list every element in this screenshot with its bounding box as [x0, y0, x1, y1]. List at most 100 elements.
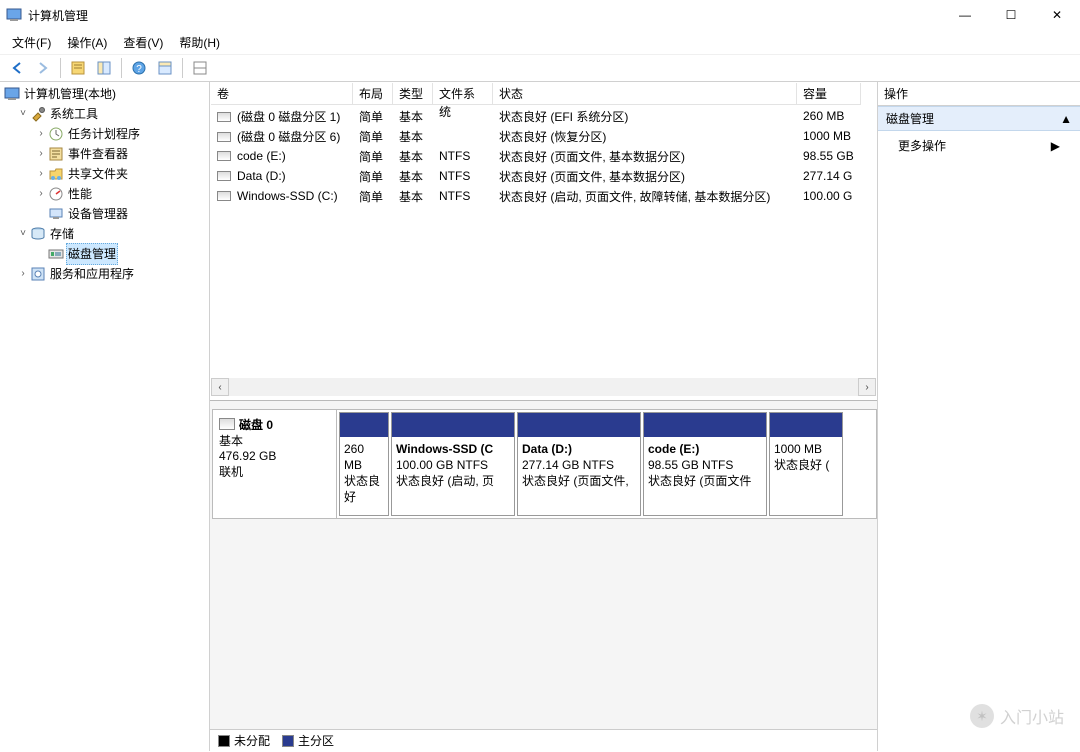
forward-button[interactable] — [32, 57, 54, 79]
expand-icon[interactable]: › — [34, 184, 48, 204]
split-view-button[interactable] — [189, 57, 211, 79]
legend-label: 未分配 — [234, 732, 270, 749]
partition-line1: 100.00 GB NTFS — [396, 457, 510, 473]
menu-help[interactable]: 帮助(H) — [171, 32, 228, 53]
col-status[interactable]: 状态 — [493, 83, 797, 105]
tree-disk-management[interactable]: ›磁盘管理 — [0, 244, 209, 264]
back-button[interactable] — [6, 57, 28, 79]
expand-icon[interactable]: › — [34, 164, 48, 184]
legend: 未分配 主分区 — [210, 729, 877, 751]
volume-row[interactable]: (磁盘 0 磁盘分区 6)简单基本状态良好 (恢复分区)1000 MB — [211, 126, 876, 146]
volume-row[interactable]: Windows-SSD (C:)简单基本NTFS状态良好 (启动, 页面文件, … — [211, 186, 876, 206]
disk-partition[interactable]: Windows-SSD (C100.00 GB NTFS状态良好 (启动, 页 — [391, 412, 515, 516]
tree-shared-folders[interactable]: › 共享文件夹 — [0, 164, 209, 184]
clock-icon — [48, 126, 64, 142]
tree-task-scheduler[interactable]: › 任务计划程序 — [0, 124, 209, 144]
collapse-icon[interactable]: ˅ — [16, 104, 30, 124]
tree-event-viewer[interactable]: ›事件查看器 — [0, 144, 209, 164]
volume-capacity: 260 MB — [797, 109, 861, 123]
tree-label: 系统工具 — [48, 104, 100, 124]
disk-partition[interactable]: 1000 MB状态良好 ( — [769, 412, 843, 516]
device-manager-icon — [48, 206, 64, 222]
tree-device-manager[interactable]: ›设备管理器 — [0, 204, 209, 224]
close-button[interactable]: ✕ — [1034, 0, 1080, 30]
legend-swatch-blue — [282, 735, 294, 747]
tree-label: 磁盘管理 — [66, 243, 118, 265]
tree-label: 服务和应用程序 — [48, 264, 136, 284]
menubar: 文件(F) 操作(A) 查看(V) 帮助(H) — [0, 30, 1080, 54]
scroll-left-button[interactable]: ‹ — [211, 378, 229, 396]
expand-icon[interactable]: › — [34, 144, 48, 164]
tree-storage[interactable]: ˅ 存储 — [0, 224, 209, 244]
partition-line2: 状态良好 (启动, 页 — [396, 473, 510, 489]
partition-title: Data (D:) — [522, 441, 636, 457]
tree-label: 性能 — [66, 184, 94, 204]
maximize-button[interactable]: ☐ — [988, 0, 1034, 30]
partition-bar — [770, 413, 842, 437]
volume-capacity: 98.55 GB — [797, 149, 861, 163]
col-volume[interactable]: 卷 — [211, 83, 353, 105]
expand-icon[interactable]: › — [16, 264, 30, 284]
volume-fs: NTFS — [433, 189, 493, 203]
disk-partition[interactable]: code (E:)98.55 GB NTFS状态良好 (页面文件 — [643, 412, 767, 516]
tree-root[interactable]: 计算机管理(本地) — [0, 84, 209, 104]
tree-label: 共享文件夹 — [66, 164, 130, 184]
scroll-right-button[interactable]: › — [858, 378, 876, 396]
volume-list-header: 卷 布局 类型 文件系统 状态 容量 — [211, 83, 876, 105]
disk-partition[interactable]: 260 MB状态良好 — [339, 412, 389, 516]
tree-services-apps[interactable]: › 服务和应用程序 — [0, 264, 209, 284]
options-button[interactable] — [154, 57, 176, 79]
disk-partition[interactable]: Data (D:)277.14 GB NTFS状态良好 (页面文件, — [517, 412, 641, 516]
tree-label: 存储 — [48, 224, 76, 244]
volume-layout: 简单 — [353, 128, 393, 145]
volume-status: 状态良好 (恢复分区) — [493, 128, 797, 145]
volume-row[interactable]: code (E:)简单基本NTFS状态良好 (页面文件, 基本数据分区)98.5… — [211, 146, 876, 166]
col-capacity[interactable]: 容量 — [797, 83, 861, 105]
col-layout[interactable]: 布局 — [353, 83, 393, 105]
menu-file[interactable]: 文件(F) — [4, 32, 59, 53]
legend-swatch-black — [218, 735, 230, 747]
col-type[interactable]: 类型 — [393, 83, 433, 105]
partition-line2: 状态良好 — [344, 473, 384, 505]
menu-view[interactable]: 查看(V) — [115, 32, 171, 53]
menu-action[interactable]: 操作(A) — [59, 32, 115, 53]
col-filesystem[interactable]: 文件系统 — [433, 83, 493, 105]
console-tree: 计算机管理(本地) ˅ 系统工具 › 任务计划程序 ›事件查看器 — [0, 82, 210, 751]
volume-type: 基本 — [393, 148, 433, 165]
horizontal-scrollbar[interactable]: ‹ › — [211, 378, 876, 396]
tree-root-label: 计算机管理(本地) — [22, 84, 118, 104]
watermark: ✶ 入门小站 — [970, 704, 1064, 728]
show-hide-console-tree-button[interactable] — [93, 57, 115, 79]
volume-type: 基本 — [393, 128, 433, 145]
help-button[interactable]: ? — [128, 57, 150, 79]
expand-icon[interactable]: › — [34, 124, 48, 144]
partition-line1: 277.14 GB NTFS — [522, 457, 636, 473]
volume-row[interactable]: (磁盘 0 磁盘分区 1)简单基本状态良好 (EFI 系统分区)260 MB — [211, 106, 876, 126]
actions-more[interactable]: 更多操作 ▶ — [878, 131, 1080, 160]
volume-type: 基本 — [393, 108, 433, 125]
actions-section-label: 磁盘管理 — [886, 110, 934, 127]
properties-button[interactable] — [67, 57, 89, 79]
disk-entry[interactable]: 磁盘 0 基本 476.92 GB 联机 260 MB状态良好Windows-S… — [212, 409, 877, 519]
volume-icon — [217, 171, 231, 181]
volume-fs: NTFS — [433, 149, 493, 163]
window-title: 计算机管理 — [28, 7, 942, 24]
tree-label: 任务计划程序 — [66, 124, 142, 144]
minimize-button[interactable]: — — [942, 0, 988, 30]
actions-header: 操作 — [878, 82, 1080, 106]
partition-bar — [340, 413, 388, 437]
partition-bar — [392, 413, 514, 437]
volume-row[interactable]: Data (D:)简单基本NTFS状态良好 (页面文件, 基本数据分区)277.… — [211, 166, 876, 186]
actions-more-label: 更多操作 — [898, 137, 946, 154]
volume-type: 基本 — [393, 168, 433, 185]
shared-folder-icon — [48, 166, 64, 182]
collapse-icon[interactable]: ˅ — [16, 224, 30, 244]
legend-label: 主分区 — [298, 732, 334, 749]
actions-section-disk-management[interactable]: 磁盘管理 ▲ — [878, 106, 1080, 131]
tools-icon — [30, 106, 46, 122]
legend-primary: 主分区 — [282, 732, 334, 749]
partition-line2: 状态良好 ( — [774, 457, 838, 473]
tree-system-tools[interactable]: ˅ 系统工具 — [0, 104, 209, 124]
partition-line1: 98.55 GB NTFS — [648, 457, 762, 473]
tree-performance[interactable]: › 性能 — [0, 184, 209, 204]
